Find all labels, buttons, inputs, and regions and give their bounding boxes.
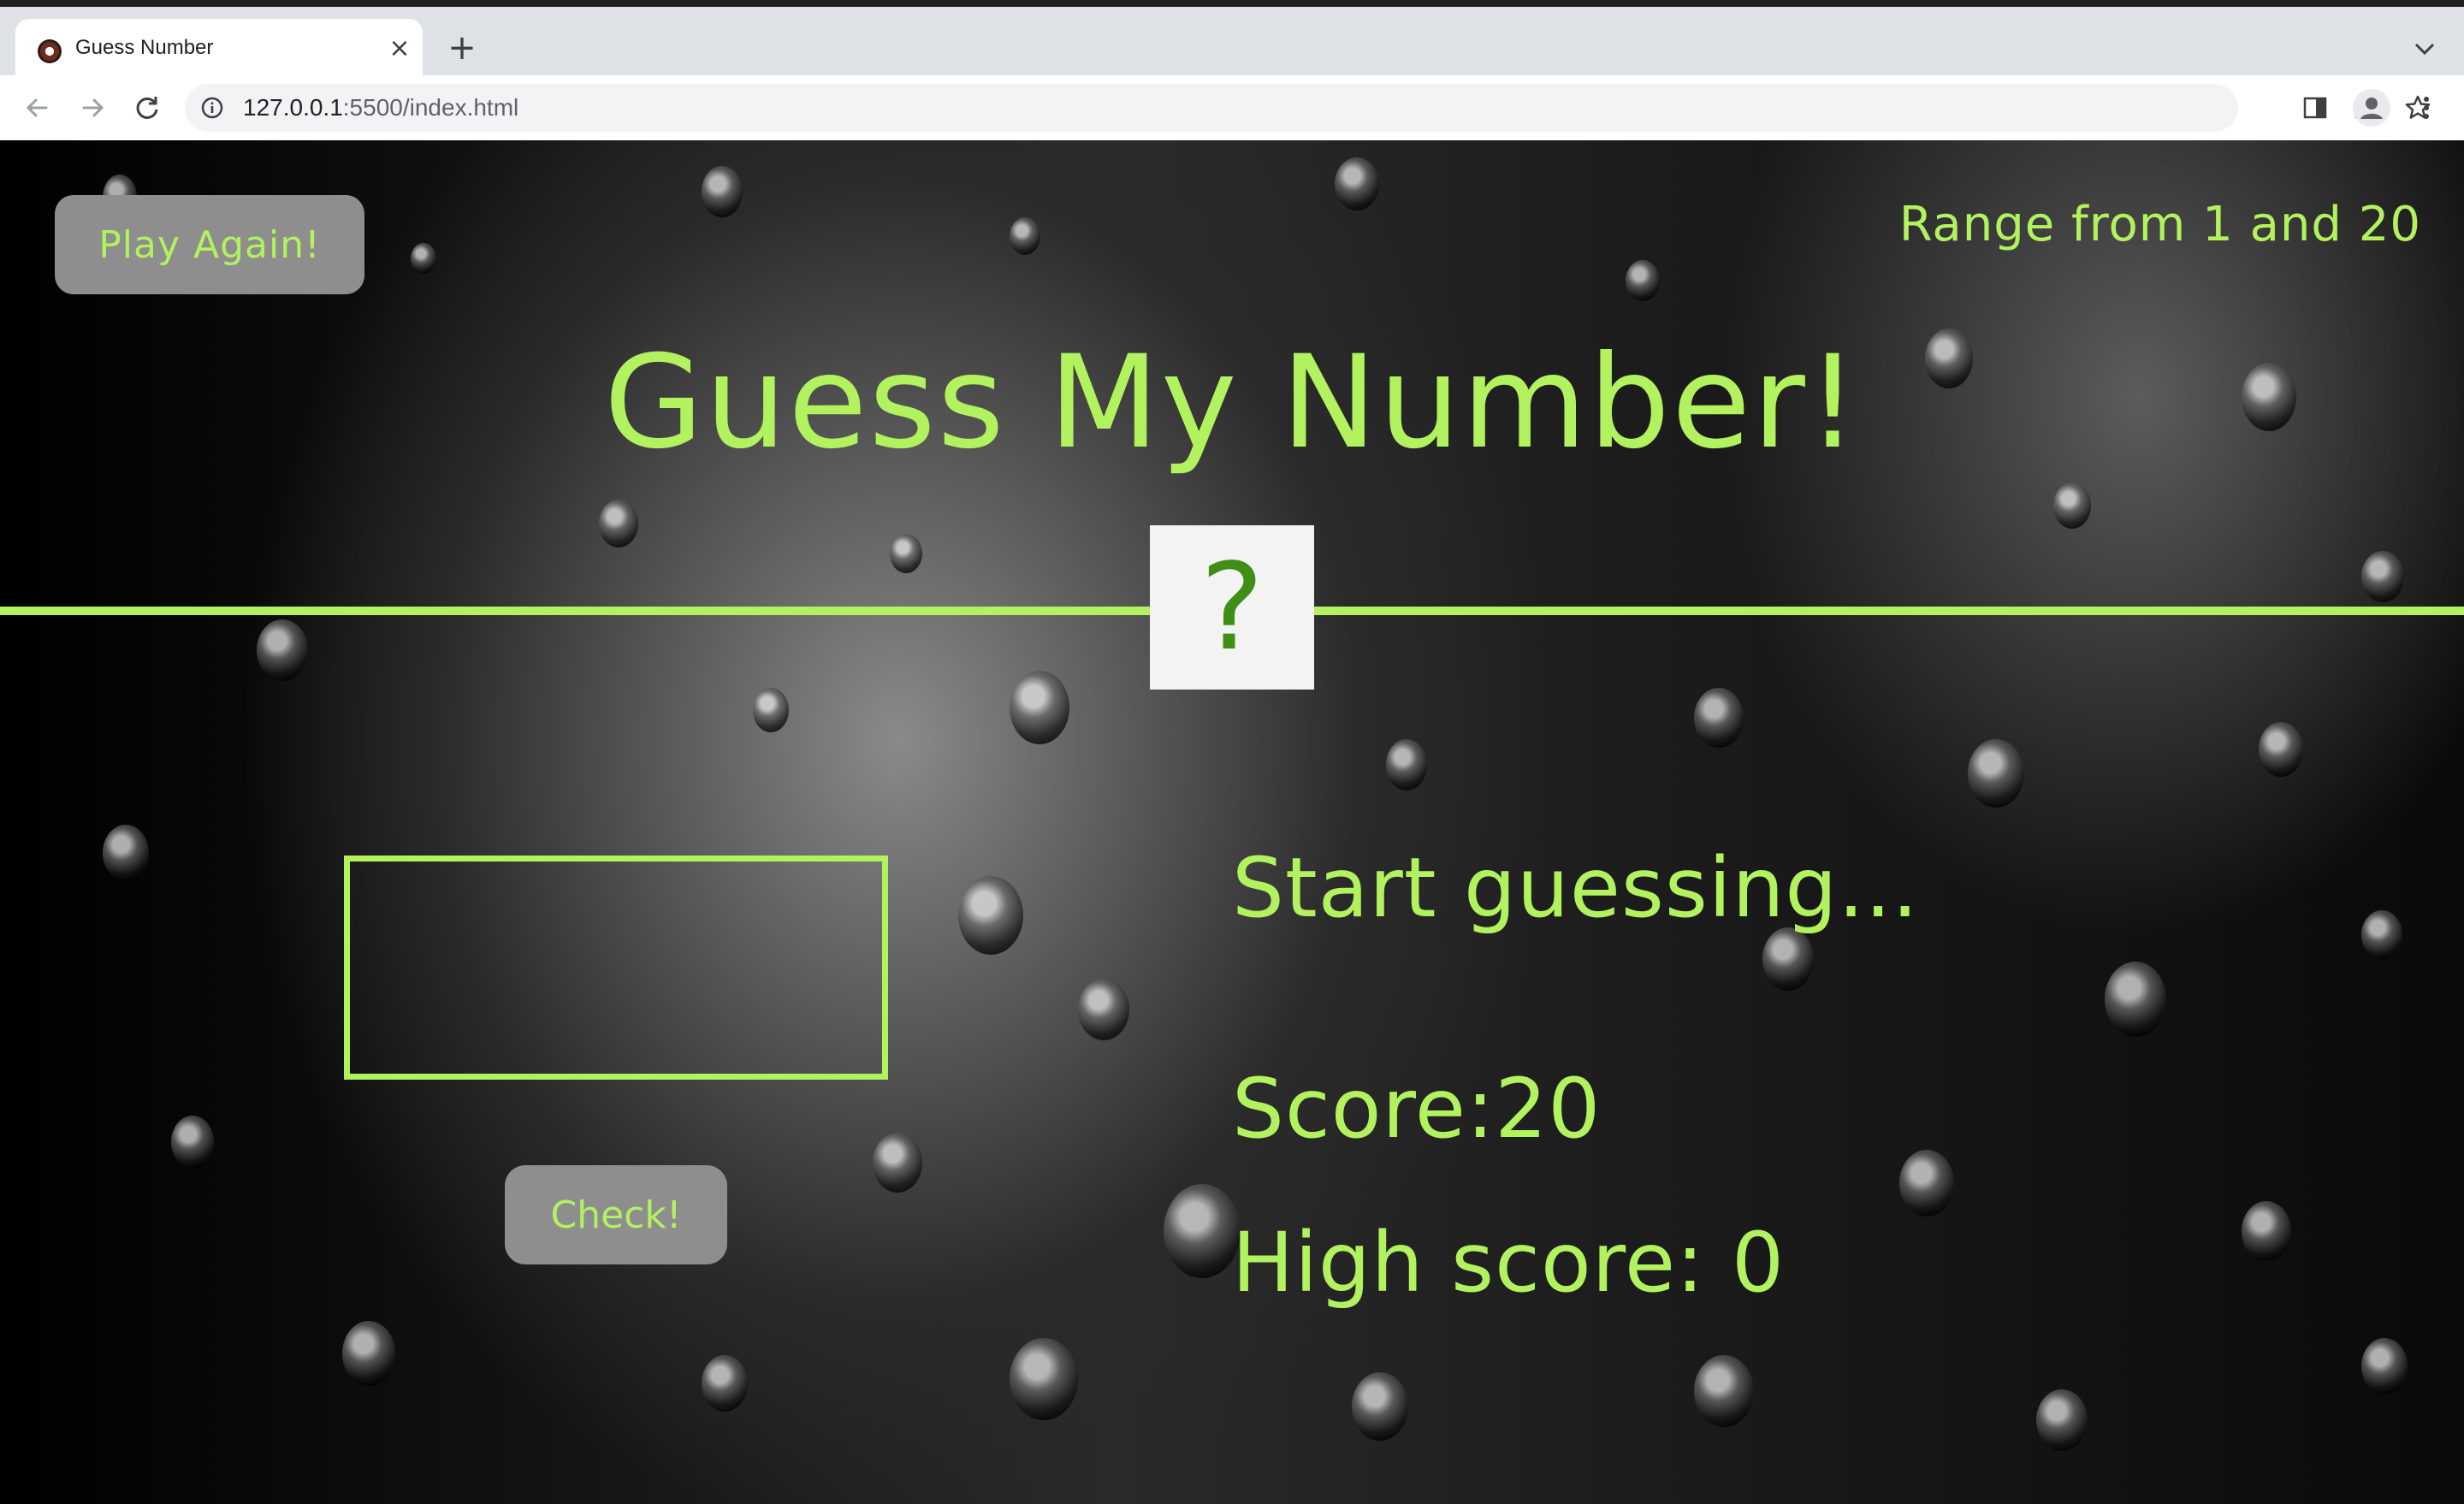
highscore-label: High score: <box>1232 1215 1732 1311</box>
url-path: :5500/index.html <box>342 94 519 121</box>
status-message: Start guessing... <box>1232 840 1919 936</box>
toolbar: 127.0.0.1:5500/index.html <box>0 75 2464 140</box>
close-tab-icon[interactable]: × <box>385 34 414 63</box>
tab-title: Guess Number <box>75 36 214 59</box>
tab-guess-number[interactable]: Guess Number × <box>15 19 423 82</box>
score-display: Score:20 <box>1232 1061 1601 1157</box>
reload-icon[interactable] <box>128 89 166 127</box>
range-label: Range from 1 and 20 <box>1898 197 2421 252</box>
score-value: 20 <box>1495 1061 1602 1157</box>
game-page: Play Again! Range from 1 and 20 Guess My… <box>0 140 2464 1504</box>
score-label: Score: <box>1232 1061 1496 1157</box>
highscore-display: High score: 0 <box>1232 1215 1785 1311</box>
back-icon[interactable] <box>19 89 56 127</box>
forward-icon[interactable] <box>74 89 111 127</box>
window-top-edge <box>0 0 2464 7</box>
tab-strip: Guess Number × + <box>0 7 2464 82</box>
check-button[interactable]: Check! <box>505 1165 727 1264</box>
more-icon[interactable] <box>2413 91 2440 125</box>
play-again-button[interactable]: Play Again! <box>55 195 364 294</box>
guess-input[interactable] <box>344 856 888 1080</box>
new-tab-icon[interactable]: + <box>445 31 479 65</box>
highscore-value: 0 <box>1731 1215 1786 1311</box>
url-text[interactable]: 127.0.0.1:5500/index.html <box>243 94 518 121</box>
info-icon[interactable] <box>200 96 224 120</box>
profile-icon[interactable] <box>2353 89 2390 127</box>
browser-chrome: Guess Number × + 127.0.0.1:5500/index.ht… <box>0 0 2464 140</box>
tab-search-icon[interactable] <box>2409 36 2440 62</box>
address-bar[interactable]: 127.0.0.1:5500/index.html <box>185 84 2431 132</box>
url-host: 127.0.0.1 <box>243 94 343 121</box>
favicon-icon <box>38 39 62 63</box>
side-panel-icon[interactable] <box>2301 94 2329 121</box>
secret-number-box: ? <box>1150 525 1314 690</box>
page-title: Guess My Number! <box>603 329 1861 477</box>
